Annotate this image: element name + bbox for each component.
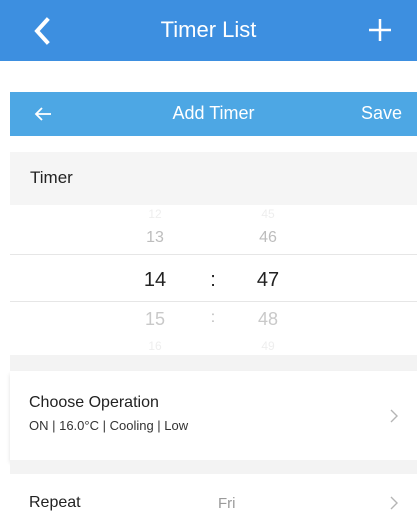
hour-option-above[interactable]: 13 xyxy=(125,229,185,247)
minute-option-below[interactable]: 48 xyxy=(238,309,298,330)
hour-option-faded-above: 12 xyxy=(148,207,162,221)
hour-option-below[interactable]: 15 xyxy=(125,309,185,330)
time-separator: : xyxy=(210,269,216,291)
time-separator-below: : xyxy=(210,309,216,326)
hour-option-faded-below: 16 xyxy=(148,339,162,353)
add-timer-panel: Add Timer Save Timer 12 45 13 46 14 : 47… xyxy=(10,92,417,530)
chevron-right-icon xyxy=(390,409,398,423)
timer-section-header: Timer xyxy=(10,152,417,205)
minute-option-above[interactable]: 46 xyxy=(238,229,298,247)
choose-operation-row[interactable]: Choose Operation ON | 16.0°C | Cooling |… xyxy=(10,371,417,460)
timer-section-label: Timer xyxy=(30,168,73,187)
hour-selected[interactable]: 14 xyxy=(125,269,185,292)
chevron-right-icon xyxy=(390,496,398,510)
time-picker[interactable]: 12 45 13 46 14 : 47 15 : 48 16 49 xyxy=(10,205,417,355)
repeat-row[interactable]: Repeat Fri xyxy=(10,474,417,530)
save-button[interactable]: Save xyxy=(361,103,402,124)
repeat-value: Fri xyxy=(218,495,236,512)
timer-list-title: Timer List xyxy=(160,17,257,42)
choose-operation-value: ON | 16.0°C | Cooling | Low xyxy=(29,418,189,433)
timer-list-header: Timer List xyxy=(0,0,417,61)
choose-operation-label: Choose Operation xyxy=(29,394,159,411)
section-spacer xyxy=(10,355,417,371)
minute-option-faded-above: 45 xyxy=(261,207,275,221)
plus-icon[interactable] xyxy=(368,18,392,42)
minute-option-faded-below: 49 xyxy=(261,339,275,353)
section-spacer-2 xyxy=(10,460,417,474)
repeat-label: Repeat xyxy=(29,494,81,511)
add-timer-header: Add Timer Save xyxy=(10,92,417,136)
selection-bottom-line xyxy=(10,301,417,302)
minute-selected[interactable]: 47 xyxy=(238,269,298,292)
add-timer-title: Add Timer xyxy=(172,103,255,123)
selection-top-line xyxy=(10,254,417,255)
